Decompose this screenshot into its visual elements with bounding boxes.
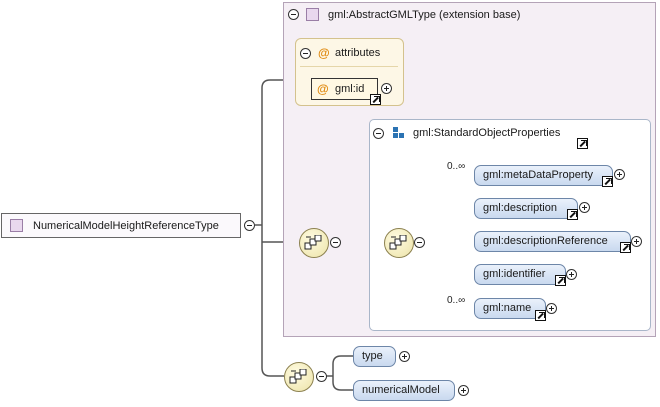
attributes-label: attributes bbox=[335, 47, 381, 59]
sequence-compositor-icon bbox=[389, 235, 407, 250]
extension-sequence-collapse-icon[interactable] bbox=[330, 237, 341, 248]
element-gml-description-label: gml:description bbox=[483, 202, 557, 214]
group-sequence-collapse-icon[interactable] bbox=[414, 237, 425, 248]
description-expand-icon[interactable] bbox=[579, 202, 590, 213]
identifier-expand-icon[interactable] bbox=[566, 269, 577, 280]
group-sequence-compositor[interactable] bbox=[384, 228, 414, 258]
element-type-label: type bbox=[362, 350, 383, 362]
root-collapse-icon[interactable] bbox=[244, 220, 255, 231]
element-gml-identifier-label: gml:identifier bbox=[483, 268, 546, 280]
name-cardinality: 0..∞ bbox=[447, 295, 466, 306]
element-gml-name-label: gml:name bbox=[483, 302, 532, 314]
attribute-gml-id[interactable]: @ gml:id bbox=[311, 78, 378, 100]
attributes-collapse-icon[interactable] bbox=[300, 48, 311, 59]
metadataproperty-reference-link-icon[interactable] bbox=[602, 176, 613, 187]
attribute-icon: @ bbox=[317, 82, 329, 96]
extension-base-label: gml:AbstractGMLType (extension base) bbox=[328, 9, 521, 21]
sequence-compositor-icon bbox=[304, 235, 322, 250]
description-reference-link-icon[interactable] bbox=[567, 209, 578, 220]
attribute-icon: @ bbox=[318, 46, 330, 60]
element-gml-descriptionreference[interactable]: gml:descriptionReference bbox=[474, 231, 631, 252]
gml-id-expand-icon[interactable] bbox=[381, 83, 392, 94]
attribute-gml-id-label: gml:id bbox=[335, 83, 365, 95]
element-gml-metadataproperty-label: gml:metaDataProperty bbox=[483, 169, 594, 181]
group-reference-link-icon[interactable] bbox=[577, 138, 588, 149]
gml-id-reference-link-icon[interactable] bbox=[370, 94, 381, 105]
model-group-icon bbox=[393, 127, 405, 139]
root-complex-type[interactable]: NumericalModelHeightReferenceType bbox=[1, 213, 241, 238]
root-complex-type-label: NumericalModelHeightReferenceType bbox=[33, 220, 219, 232]
element-numericalmodel[interactable]: numericalModel bbox=[353, 380, 455, 401]
group-collapse-icon[interactable] bbox=[373, 128, 384, 139]
complex-type-icon bbox=[306, 8, 319, 21]
numericalmodel-expand-icon[interactable] bbox=[458, 385, 469, 396]
type-expand-icon[interactable] bbox=[399, 351, 410, 362]
complex-type-icon bbox=[10, 219, 23, 232]
metadata-property-cardinality: 0..∞ bbox=[447, 161, 466, 172]
name-expand-icon[interactable] bbox=[546, 303, 557, 314]
identifier-reference-link-icon[interactable] bbox=[555, 275, 566, 286]
element-gml-descriptionreference-label: gml:descriptionReference bbox=[483, 235, 608, 247]
name-reference-link-icon[interactable] bbox=[535, 310, 546, 321]
extension-collapse-icon[interactable] bbox=[288, 9, 299, 20]
descriptionreference-reference-link-icon[interactable] bbox=[620, 242, 631, 253]
element-type[interactable]: type bbox=[353, 346, 396, 367]
element-numericalmodel-label: numericalModel bbox=[362, 384, 440, 396]
local-sequence-compositor[interactable] bbox=[284, 362, 314, 392]
element-gml-identifier[interactable]: gml:identifier bbox=[474, 264, 566, 285]
local-sequence-collapse-icon[interactable] bbox=[316, 371, 327, 382]
element-gml-metadataproperty[interactable]: gml:metaDataProperty bbox=[474, 165, 613, 186]
descriptionreference-expand-icon[interactable] bbox=[631, 236, 642, 247]
sequence-compositor-icon bbox=[289, 369, 307, 384]
extension-sequence-compositor[interactable] bbox=[299, 228, 329, 258]
metadataproperty-expand-icon[interactable] bbox=[614, 169, 625, 180]
group-label: gml:StandardObjectProperties bbox=[413, 127, 561, 139]
attributes-divider bbox=[300, 66, 398, 67]
element-gml-description[interactable]: gml:description bbox=[474, 198, 578, 219]
